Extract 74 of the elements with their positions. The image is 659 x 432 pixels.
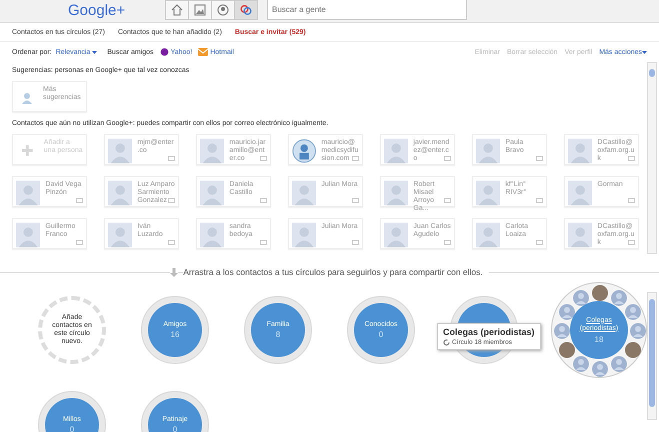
mail-icon — [260, 156, 267, 161]
refresh-icon — [443, 339, 450, 346]
mail-icon — [168, 156, 175, 161]
logo-avatar-icon — [292, 138, 316, 164]
mail-icon — [628, 198, 635, 203]
mail-icon — [168, 198, 175, 203]
plus-icon — [22, 145, 33, 156]
avatar-icon — [611, 356, 627, 372]
mail-icon — [352, 198, 359, 203]
logo: Google+ — [68, 2, 126, 19]
avatar-icon — [292, 180, 316, 206]
circles-icon — [240, 4, 252, 16]
avatar-icon — [476, 138, 500, 164]
nav-button[interactable] — [188, 0, 212, 20]
avatar-icon — [592, 361, 608, 377]
avatar-icon — [200, 222, 224, 248]
photo-placeholder — [559, 342, 576, 358]
mail-icon — [628, 240, 635, 245]
tooltip-title: Colegas (periodistas) — [443, 327, 535, 337]
scrollbar[interactable] — [647, 62, 657, 254]
avatar-icon — [573, 290, 589, 306]
mail-icon — [352, 240, 359, 245]
envelope-icon — [198, 48, 208, 56]
drag-hint: Arrastra a los contactos a tus círculos para seguirlos y para compartir con ellos. — [183, 267, 489, 277]
avatar-icon — [384, 138, 408, 164]
caret-icon — [642, 50, 647, 54]
avatar-icon — [384, 180, 408, 206]
mail-icon — [536, 156, 543, 161]
photo-placeholder — [592, 285, 608, 301]
mail-icon — [352, 156, 359, 161]
avatar-icon — [568, 222, 592, 248]
mail-icon — [444, 240, 451, 245]
mail-icon — [536, 240, 543, 245]
home-icon — [171, 4, 183, 16]
avatar-icon — [200, 180, 224, 206]
people-icon — [20, 91, 34, 105]
avatar-icon — [568, 180, 592, 206]
mail-icon — [260, 240, 267, 245]
mail-icon — [76, 240, 83, 245]
mail-icon — [628, 156, 635, 161]
down-arrow-icon — [170, 268, 178, 276]
avatar-icon — [108, 222, 132, 248]
avatar-icon — [16, 180, 40, 206]
photo-icon — [194, 4, 206, 16]
avatar-icon — [611, 290, 627, 306]
avatar-icon — [568, 138, 592, 164]
avatar-icon — [108, 180, 132, 206]
photo-placeholder — [624, 342, 641, 358]
avatar-icon — [624, 304, 641, 320]
yahoo-icon — [160, 48, 169, 56]
avatar-icon — [573, 356, 589, 372]
mail-icon — [444, 156, 451, 161]
avatar-icon — [108, 138, 132, 164]
avatar-icon — [554, 323, 570, 339]
avatar-icon — [200, 138, 224, 164]
mail-icon — [168, 240, 175, 245]
avatar-icon — [476, 222, 500, 248]
nav-button[interactable] — [165, 0, 189, 20]
search-field[interactable]: Buscar a gente — [267, 0, 467, 20]
mail-icon — [536, 198, 543, 203]
avatar-icon — [630, 323, 646, 339]
avatar-icon — [384, 222, 408, 248]
avatar-icon — [16, 222, 40, 248]
profile-icon — [217, 4, 229, 16]
mail-icon — [76, 198, 83, 203]
nav-button[interactable] — [211, 0, 235, 20]
caret-icon — [92, 50, 98, 54]
avatar-icon — [292, 222, 316, 248]
mail-icon — [444, 198, 451, 203]
nav-button[interactable] — [234, 0, 258, 20]
mail-icon — [260, 198, 267, 203]
avatar-icon — [476, 180, 500, 206]
scrollbar[interactable] — [647, 292, 657, 420]
avatar-icon — [559, 304, 576, 320]
